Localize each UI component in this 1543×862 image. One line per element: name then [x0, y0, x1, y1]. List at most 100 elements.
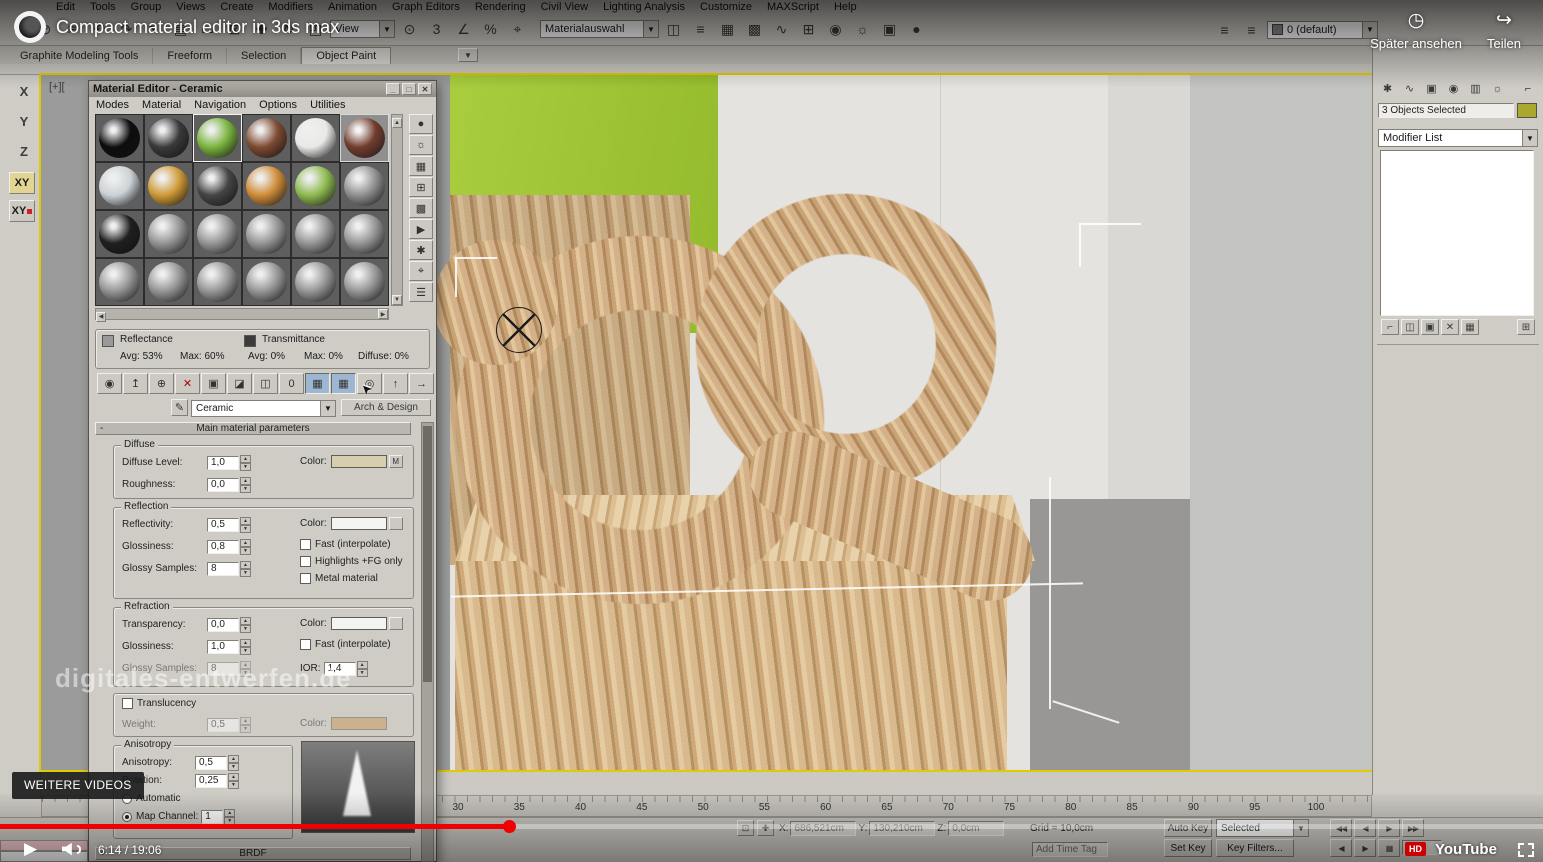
pick-material-eyedropper-icon[interactable]: ✎ [171, 399, 188, 416]
ior-spinner[interactable]: ▲ ▼ [356, 661, 368, 677]
material-slot[interactable] [291, 162, 340, 210]
material-slot[interactable] [144, 162, 193, 210]
rollout-scrollbar[interactable] [421, 422, 434, 862]
put-to-library-icon[interactable]: ◫ [253, 373, 278, 394]
material-slot[interactable] [291, 258, 340, 306]
material-editor-window[interactable]: Material Editor - Ceramic _ □ ✕ Modes Mater… [88, 80, 437, 862]
fast-interpolate-checkbox[interactable] [300, 539, 311, 550]
make-preview-icon[interactable]: ▶ [409, 219, 433, 239]
rotation-spinner[interactable]: ▲ ▼ [228, 773, 239, 789]
slots-vertical-scrollbar[interactable]: ▲ ▼ [391, 114, 403, 306]
material-slot[interactable] [242, 258, 291, 306]
menu-item[interactable]: Navigation [194, 99, 246, 111]
diffuse-level-spinner[interactable]: ▲ ▼ [240, 455, 251, 471]
reset-map-icon[interactable]: ✕ [175, 373, 200, 394]
material-slot[interactable] [193, 114, 242, 162]
menu-item[interactable]: Material [142, 99, 181, 111]
pin-stack-button[interactable]: ⌐ [1381, 319, 1399, 335]
material-slot[interactable] [193, 210, 242, 258]
ribbon-toggle-icon[interactable]: ▩ [742, 17, 767, 42]
map-channel-spinner[interactable]: ▲ ▼ [224, 809, 236, 825]
tab-display[interactable]: ▥ [1466, 80, 1485, 97]
material-slot[interactable] [144, 258, 193, 306]
material-slot[interactable] [193, 258, 242, 306]
menu-item[interactable]: Utilities [310, 99, 345, 111]
anisotropy-spinner[interactable]: ▲ ▼ [228, 755, 239, 771]
slots-horizontal-scrollbar[interactable]: ◀ ▶ [95, 308, 389, 322]
tab-create[interactable]: ✱ [1378, 80, 1397, 97]
ribbon-tab[interactable]: Graphite Modeling Tools [6, 48, 154, 64]
refraction-color-swatch[interactable] [330, 617, 387, 630]
previous-key-button[interactable]: ◀ [1330, 839, 1352, 857]
material-slot[interactable] [242, 162, 291, 210]
material-slot[interactable] [340, 210, 389, 258]
material-slot[interactable] [291, 114, 340, 162]
get-material-icon[interactable]: ◉ [97, 373, 122, 394]
material-slot[interactable] [95, 258, 144, 306]
configure-modifier-sets-button[interactable]: ▦ [1461, 319, 1479, 335]
refraction-fast-checkbox[interactable] [300, 639, 311, 650]
key-filters-button[interactable]: Key Filters... [1216, 839, 1294, 857]
material-slot[interactable] [340, 258, 389, 306]
render-setup-icon[interactable]: ☼ [850, 17, 875, 42]
transparency-input[interactable]: 0,0 [207, 617, 239, 632]
render-production-icon[interactable]: ● [904, 17, 929, 42]
play-button[interactable]: ▶ [24, 839, 37, 859]
transparency-spinner[interactable]: ▲ ▼ [240, 617, 251, 633]
refraction-glossiness-spinner[interactable]: ▲ ▼ [240, 639, 251, 655]
close-button[interactable]: ✕ [418, 83, 432, 95]
ribbon-tab[interactable]: Object Paint [301, 47, 392, 64]
watch-later-button[interactable]: ◷ Später ansehen [1370, 9, 1462, 51]
material-editor-icon[interactable]: ◉ [823, 17, 848, 42]
curve-editor-icon[interactable]: ∿ [769, 17, 794, 42]
menu-item[interactable]: Options [259, 99, 297, 111]
go-forward-sibling-icon[interactable]: → [409, 373, 434, 394]
fullscreen-icon[interactable] [1518, 843, 1534, 857]
next-key-button[interactable]: ▶ [1354, 839, 1376, 857]
menu-item[interactable]: Edit [56, 1, 75, 13]
tab-utilities[interactable]: ☼ [1488, 80, 1507, 97]
time-configuration-button[interactable]: ▦ [1378, 839, 1400, 857]
reflection-map-button[interactable] [388, 517, 403, 530]
menu-item[interactable]: Civil View [541, 1, 588, 13]
channel-avatar[interactable] [14, 11, 46, 43]
refraction-map-button[interactable] [388, 617, 403, 630]
diffuse-color-swatch[interactable] [330, 455, 387, 468]
menu-item[interactable]: Graph Editors [392, 1, 460, 13]
refraction-glossiness-input[interactable]: 1,0 [207, 639, 239, 654]
menu-item[interactable]: Tools [90, 1, 116, 13]
spinner-snap-icon[interactable]: ⌖ [505, 17, 530, 42]
rotate-gizmo[interactable] [496, 307, 542, 353]
angle-snap-icon[interactable]: ∠ [451, 17, 476, 42]
highlights-fg-checkbox[interactable] [300, 556, 311, 567]
menu-item[interactable]: Lighting Analysis [603, 1, 685, 13]
mirror-icon[interactable]: ◫ [661, 17, 686, 42]
reflection-samples-input[interactable]: 8 [207, 561, 239, 576]
video-color-check-icon[interactable]: ▩ [409, 198, 433, 218]
material-slot[interactable] [95, 210, 144, 258]
tab-hierarchy[interactable]: ▣ [1422, 80, 1441, 97]
material-slot[interactable] [242, 114, 291, 162]
show-map-in-viewport-icon[interactable]: ▦ [305, 373, 330, 394]
material-slot[interactable] [340, 114, 389, 162]
snaps-toggle-icon[interactable]: 3 [424, 17, 449, 42]
go-to-parent-icon[interactable]: ↑ [383, 373, 408, 394]
material-slot[interactable] [95, 114, 144, 162]
material-name-dropdown[interactable]: Ceramic ▼ [191, 399, 336, 417]
diffuse-level-input[interactable]: 1,0 [207, 455, 239, 470]
material-id-channel-icon[interactable]: 0 [279, 373, 304, 394]
material-slot[interactable] [95, 162, 144, 210]
make-material-copy-icon[interactable]: ▣ [201, 373, 226, 394]
menu-item[interactable]: Help [834, 1, 857, 13]
material-slot[interactable] [144, 114, 193, 162]
backlight-icon[interactable]: ☼ [409, 135, 433, 155]
material-editor-titlebar[interactable]: Material Editor - Ceramic _ □ ✕ [89, 81, 436, 97]
sample-type-icon[interactable]: ● [409, 114, 433, 134]
ribbon-minimize-button[interactable]: ▼ [458, 48, 478, 62]
ribbon-tab[interactable]: Selection [227, 48, 302, 64]
options-icon[interactable]: ✱ [409, 240, 433, 260]
show-end-result-button[interactable]: ◫ [1401, 319, 1419, 335]
hd-settings-badge[interactable]: HD [1405, 842, 1426, 856]
menu-item[interactable]: Animation [328, 1, 377, 13]
material-slot[interactable] [340, 162, 389, 210]
